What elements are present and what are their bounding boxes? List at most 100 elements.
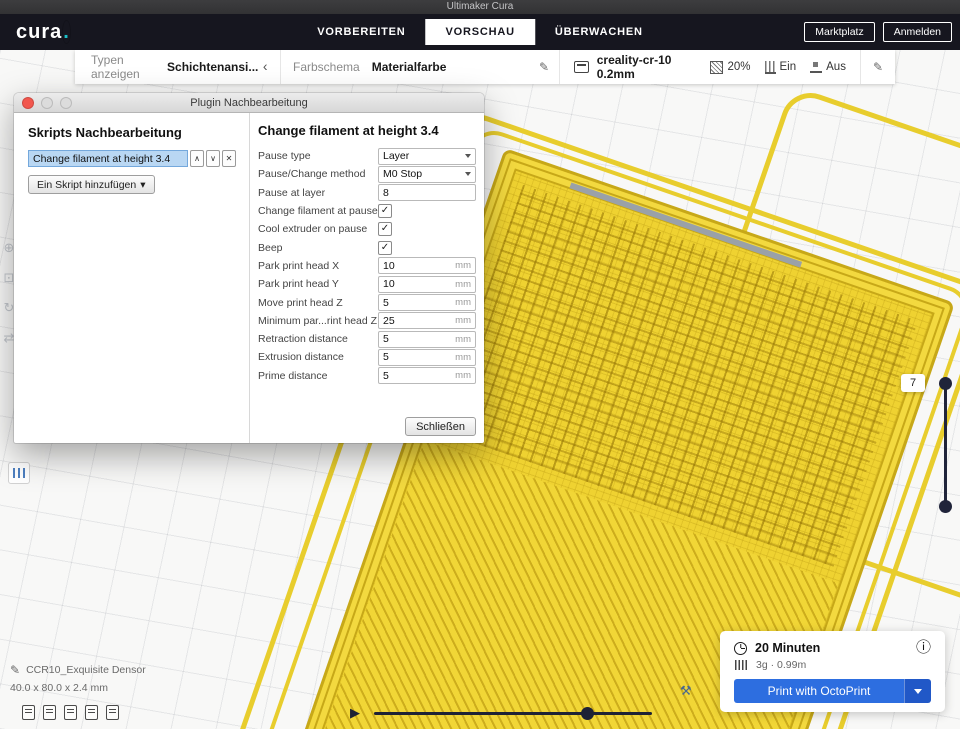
pause-type-select[interactable]: Layer — [378, 148, 476, 165]
field-row: Extrusion distance 5mm — [258, 348, 476, 366]
extrusion-distance-input[interactable]: 5mm — [378, 349, 476, 366]
pause-at-layer-input[interactable]: 8 — [378, 184, 476, 201]
script-settings-heading: Change filament at height 3.4 — [258, 123, 476, 138]
edit-pencil-icon[interactable]: ✎ — [539, 60, 549, 74]
dropdown-arrow-icon: ▾ — [140, 179, 145, 191]
cura-logo: cura. — [16, 21, 71, 44]
park-head-y-input[interactable]: 10mm — [378, 276, 476, 293]
layer-number-tooltip: 7 — [901, 374, 925, 392]
layer-slider-track[interactable] — [944, 383, 947, 507]
tab-vorschau[interactable]: VORSCHAU — [426, 19, 535, 45]
app-window: Ultimaker Cura cura. VORBEREITEN VORSCHA… — [0, 0, 960, 729]
layer-slider-upper-handle[interactable] — [939, 377, 952, 390]
os-titlebar: Ultimaker Cura — [0, 0, 960, 14]
legend-bars-icon — [13, 468, 25, 478]
adjust-tools-icon[interactable]: ⚒ — [680, 683, 692, 699]
view-type-select[interactable]: Schichtenansi... — [167, 60, 258, 74]
add-script-button[interactable]: Ein Skript hinzufügen ▾ — [28, 175, 155, 194]
app-header: cura. VORBEREITEN VORSCHAU ÜBERWACHEN Ma… — [0, 14, 960, 50]
print-settings-pencil-icon[interactable]: ✎ — [873, 60, 883, 74]
move-script-up-button[interactable]: ∧ — [190, 150, 204, 167]
material-usage: 3g · 0.99m — [756, 659, 806, 671]
os-window-title: Ultimaker Cura — [447, 1, 514, 12]
support-icon — [765, 61, 776, 74]
dialog-titlebar[interactable]: Plugin Nachbearbeitung — [14, 93, 484, 113]
close-dialog-button[interactable]: Schließen — [405, 417, 476, 436]
divider — [860, 50, 861, 84]
info-icon[interactable]: ⓘ — [916, 641, 931, 655]
printer-select[interactable]: creality-cr-10 0.2mm — [597, 53, 711, 81]
model-dimensions: 40.0 x 80.0 x 2.4 mm — [10, 682, 146, 694]
printer-icon — [574, 61, 589, 73]
dialog-body: Skripts Nachbearbeitung Change filament … — [14, 113, 484, 443]
print-with-octoprint-button[interactable]: Print with OctoPrint — [734, 679, 931, 703]
cool-extruder-checkbox[interactable]: ✓ — [378, 222, 392, 236]
infill-setting[interactable]: 20% — [710, 61, 750, 74]
change-filament-checkbox[interactable]: ✓ — [378, 204, 392, 218]
minimize-window-button[interactable] — [41, 97, 53, 109]
support-setting[interactable]: Ein — [765, 61, 797, 74]
infill-value: 20% — [727, 61, 750, 73]
playback-slider-handle[interactable] — [581, 707, 594, 720]
model-name: CCR10_Exquisite Densor — [26, 664, 146, 676]
field-row: Minimum par...rint head Z 25mm — [258, 312, 476, 330]
field-row: Cool extruder on pause ✓ — [258, 220, 476, 238]
field-row: Pause at layer 8 — [258, 184, 476, 202]
tab-vorbereiten[interactable]: VORBEREITEN — [297, 19, 425, 45]
rename-pencil-icon[interactable]: ✎ — [10, 663, 20, 677]
beep-checkbox[interactable]: ✓ — [378, 241, 392, 255]
move-script-down-button[interactable]: ∨ — [206, 150, 220, 167]
view-type-group: Typen anzeigen Schichtenansi... ‹ — [75, 50, 280, 84]
layer-slider-lower-handle[interactable] — [939, 500, 952, 513]
viewport[interactable]: Typen anzeigen Schichtenansi... ‹ Farbsc… — [0, 50, 960, 729]
chevron-down-icon — [465, 172, 471, 176]
color-legend-toggle[interactable] — [8, 462, 30, 484]
object-list-icons — [22, 705, 119, 720]
field-row: Move print head Z 5mm — [258, 293, 476, 311]
remove-script-button[interactable]: ✕ — [222, 150, 236, 167]
object-doc-icon[interactable] — [85, 705, 98, 720]
stage-tabs: VORBEREITEN VORSCHAU ÜBERWACHEN — [297, 14, 662, 50]
object-doc-icon[interactable] — [64, 705, 77, 720]
model-info: ✎ CCR10_Exquisite Densor 40.0 x 80.0 x 2… — [10, 663, 146, 694]
color-scheme-label: Farbschema — [293, 60, 360, 74]
print-options-dropdown[interactable] — [904, 679, 931, 703]
move-head-z-input[interactable]: 5mm — [378, 294, 476, 311]
collapse-chevron-icon[interactable]: ‹ — [258, 58, 272, 76]
object-doc-icon[interactable] — [43, 705, 56, 720]
field-row: Change filament at pause ✓ — [258, 202, 476, 220]
print-time-estimate: 20 Minuten — [755, 641, 820, 655]
field-row: Retraction distance 5mm — [258, 330, 476, 348]
support-value: Ein — [780, 61, 797, 73]
header-actions: Marktplatz Anmelden — [804, 22, 952, 42]
retraction-distance-input[interactable]: 5mm — [378, 331, 476, 348]
close-window-button[interactable] — [22, 97, 34, 109]
marketplace-button[interactable]: Marktplatz — [804, 22, 874, 42]
stage-menu-bar: Typen anzeigen Schichtenansi... ‹ Farbsc… — [75, 50, 895, 84]
signin-button[interactable]: Anmelden — [883, 22, 952, 42]
play-button[interactable]: ▶ — [350, 705, 360, 721]
infill-icon — [710, 61, 723, 74]
field-row: Pause/Change method M0 Stop — [258, 165, 476, 183]
scripts-heading: Skripts Nachbearbeitung — [28, 125, 235, 140]
object-doc-icon[interactable] — [22, 705, 35, 720]
pause-method-select[interactable]: M0 Stop — [378, 166, 476, 183]
window-controls — [22, 97, 72, 109]
chevron-down-icon — [465, 154, 471, 158]
adhesion-setting[interactable]: Aus — [810, 61, 846, 73]
prime-distance-input[interactable]: 5mm — [378, 367, 476, 384]
park-head-x-input[interactable]: 10mm — [378, 257, 476, 274]
selected-script-name[interactable]: Change filament at height 3.4 — [28, 150, 188, 167]
script-list-item[interactable]: Change filament at height 3.4 ∧ ∨ ✕ — [28, 150, 236, 167]
chevron-down-icon — [914, 689, 922, 694]
playback-slider-track[interactable] — [374, 712, 652, 715]
printer-settings-group: creality-cr-10 0.2mm 20% Ein Aus ✎ — [560, 50, 895, 84]
color-scheme-select[interactable]: Materialfarbe — [372, 60, 447, 74]
min-park-z-input[interactable]: 25mm — [378, 312, 476, 329]
field-row: Beep ✓ — [258, 238, 476, 256]
zoom-window-button[interactable] — [60, 97, 72, 109]
object-doc-icon[interactable] — [106, 705, 119, 720]
tab-ueberwachen[interactable]: ÜBERWACHEN — [535, 19, 663, 45]
dialog-title: Plugin Nachbearbeitung — [14, 97, 484, 109]
post-processing-dialog: Plugin Nachbearbeitung Skripts Nachbearb… — [14, 93, 484, 443]
